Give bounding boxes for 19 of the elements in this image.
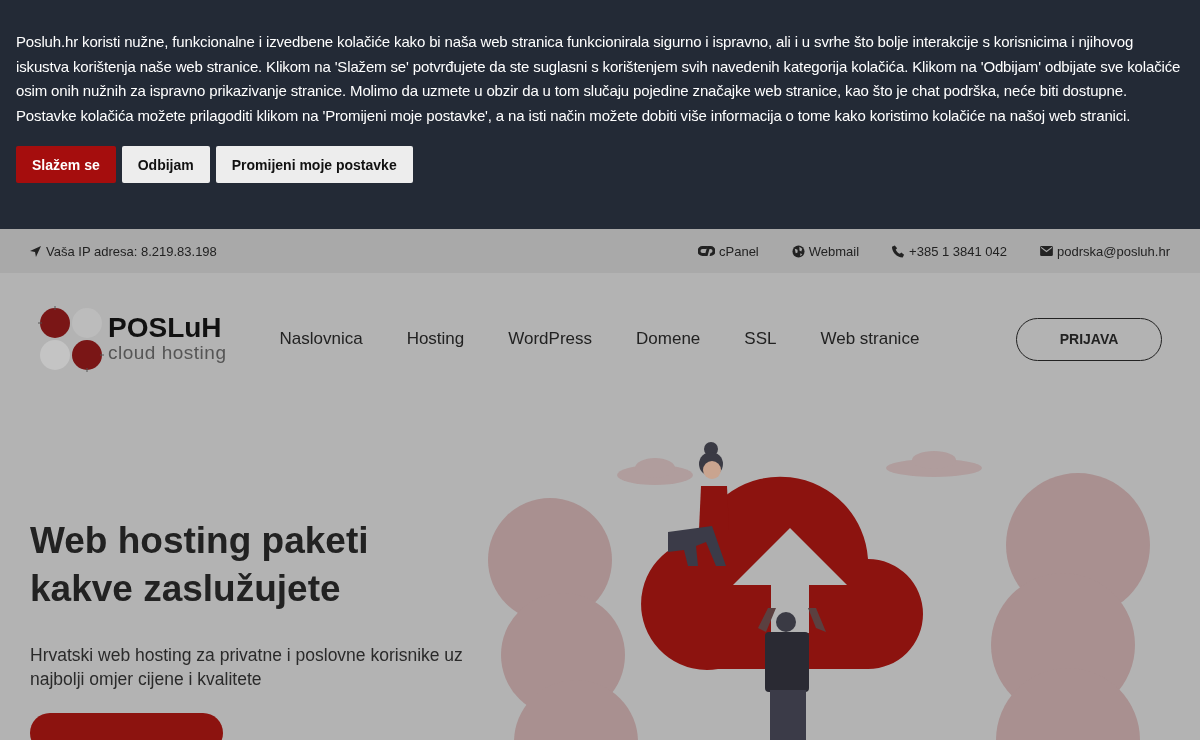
hero-subtitle: Hrvatski web hosting za privatne i poslovne korisnike uz najbolji omjer cijene i kvalitete (30, 644, 464, 691)
contact-link[interactable]: cPanel (719, 243, 759, 259)
cookie-notice-text: Posluh.hr koristi nužne, funkcionalne i izvedbene kolačiće kako bi naša web stranica funkcionirala sigurno i ispravno, ali i u svrhe što bolje interakcije s korisnicima i njihovog iskustva korištenja naše web stranice. Klikom na 'Slažem se' potvrđujete da ste suglasni s korištenjem svih navedenih kategorija kolačića. Klikom na 'Odbijam' odbijate sve kolačiće osim onih nužnih za ispravno prikazivanje stranice. Molimo da uzmete u obzir da u tom slučaju pojedine značajke web stranice, kao što je chat podrška, neće biti dostupne. Postavke kolačića možete prilagoditi klikom na 'Promijeni moje postavke', a na isti način možete dobiti više informacija o tome kako koristimo kolačiće na našoj web stranici. (16, 32, 1182, 126)
contact-link[interactable]: podrska@posluh.hr (1057, 243, 1170, 259)
cookie-button[interactable]: Promijeni moje postavke (215, 146, 413, 183)
hero-heading: Web hosting paketi kakve zaslužujete (30, 519, 370, 611)
nav-link[interactable]: WordPress (508, 329, 593, 349)
ip-address-text: Vaša IP adresa: 8.219.83.198 (46, 243, 217, 259)
nav-link[interactable]: Web stranice (820, 329, 920, 349)
nav-link[interactable]: Domene (636, 329, 701, 349)
nav-link[interactable]: Naslovnica (279, 329, 363, 349)
cookie-button[interactable]: Odbijam (121, 146, 210, 183)
logo-tagline: cloud hosting (108, 342, 227, 364)
cookie-button[interactable]: Slažem se (16, 146, 116, 183)
logo-name: POSLuH (108, 314, 223, 342)
nav-link[interactable]: SSL (744, 329, 777, 349)
nav-link[interactable]: Hosting (406, 329, 465, 349)
contact-link[interactable]: Webmail (808, 243, 860, 259)
contact-link[interactable]: +385 1 3841 042 (909, 243, 1008, 259)
